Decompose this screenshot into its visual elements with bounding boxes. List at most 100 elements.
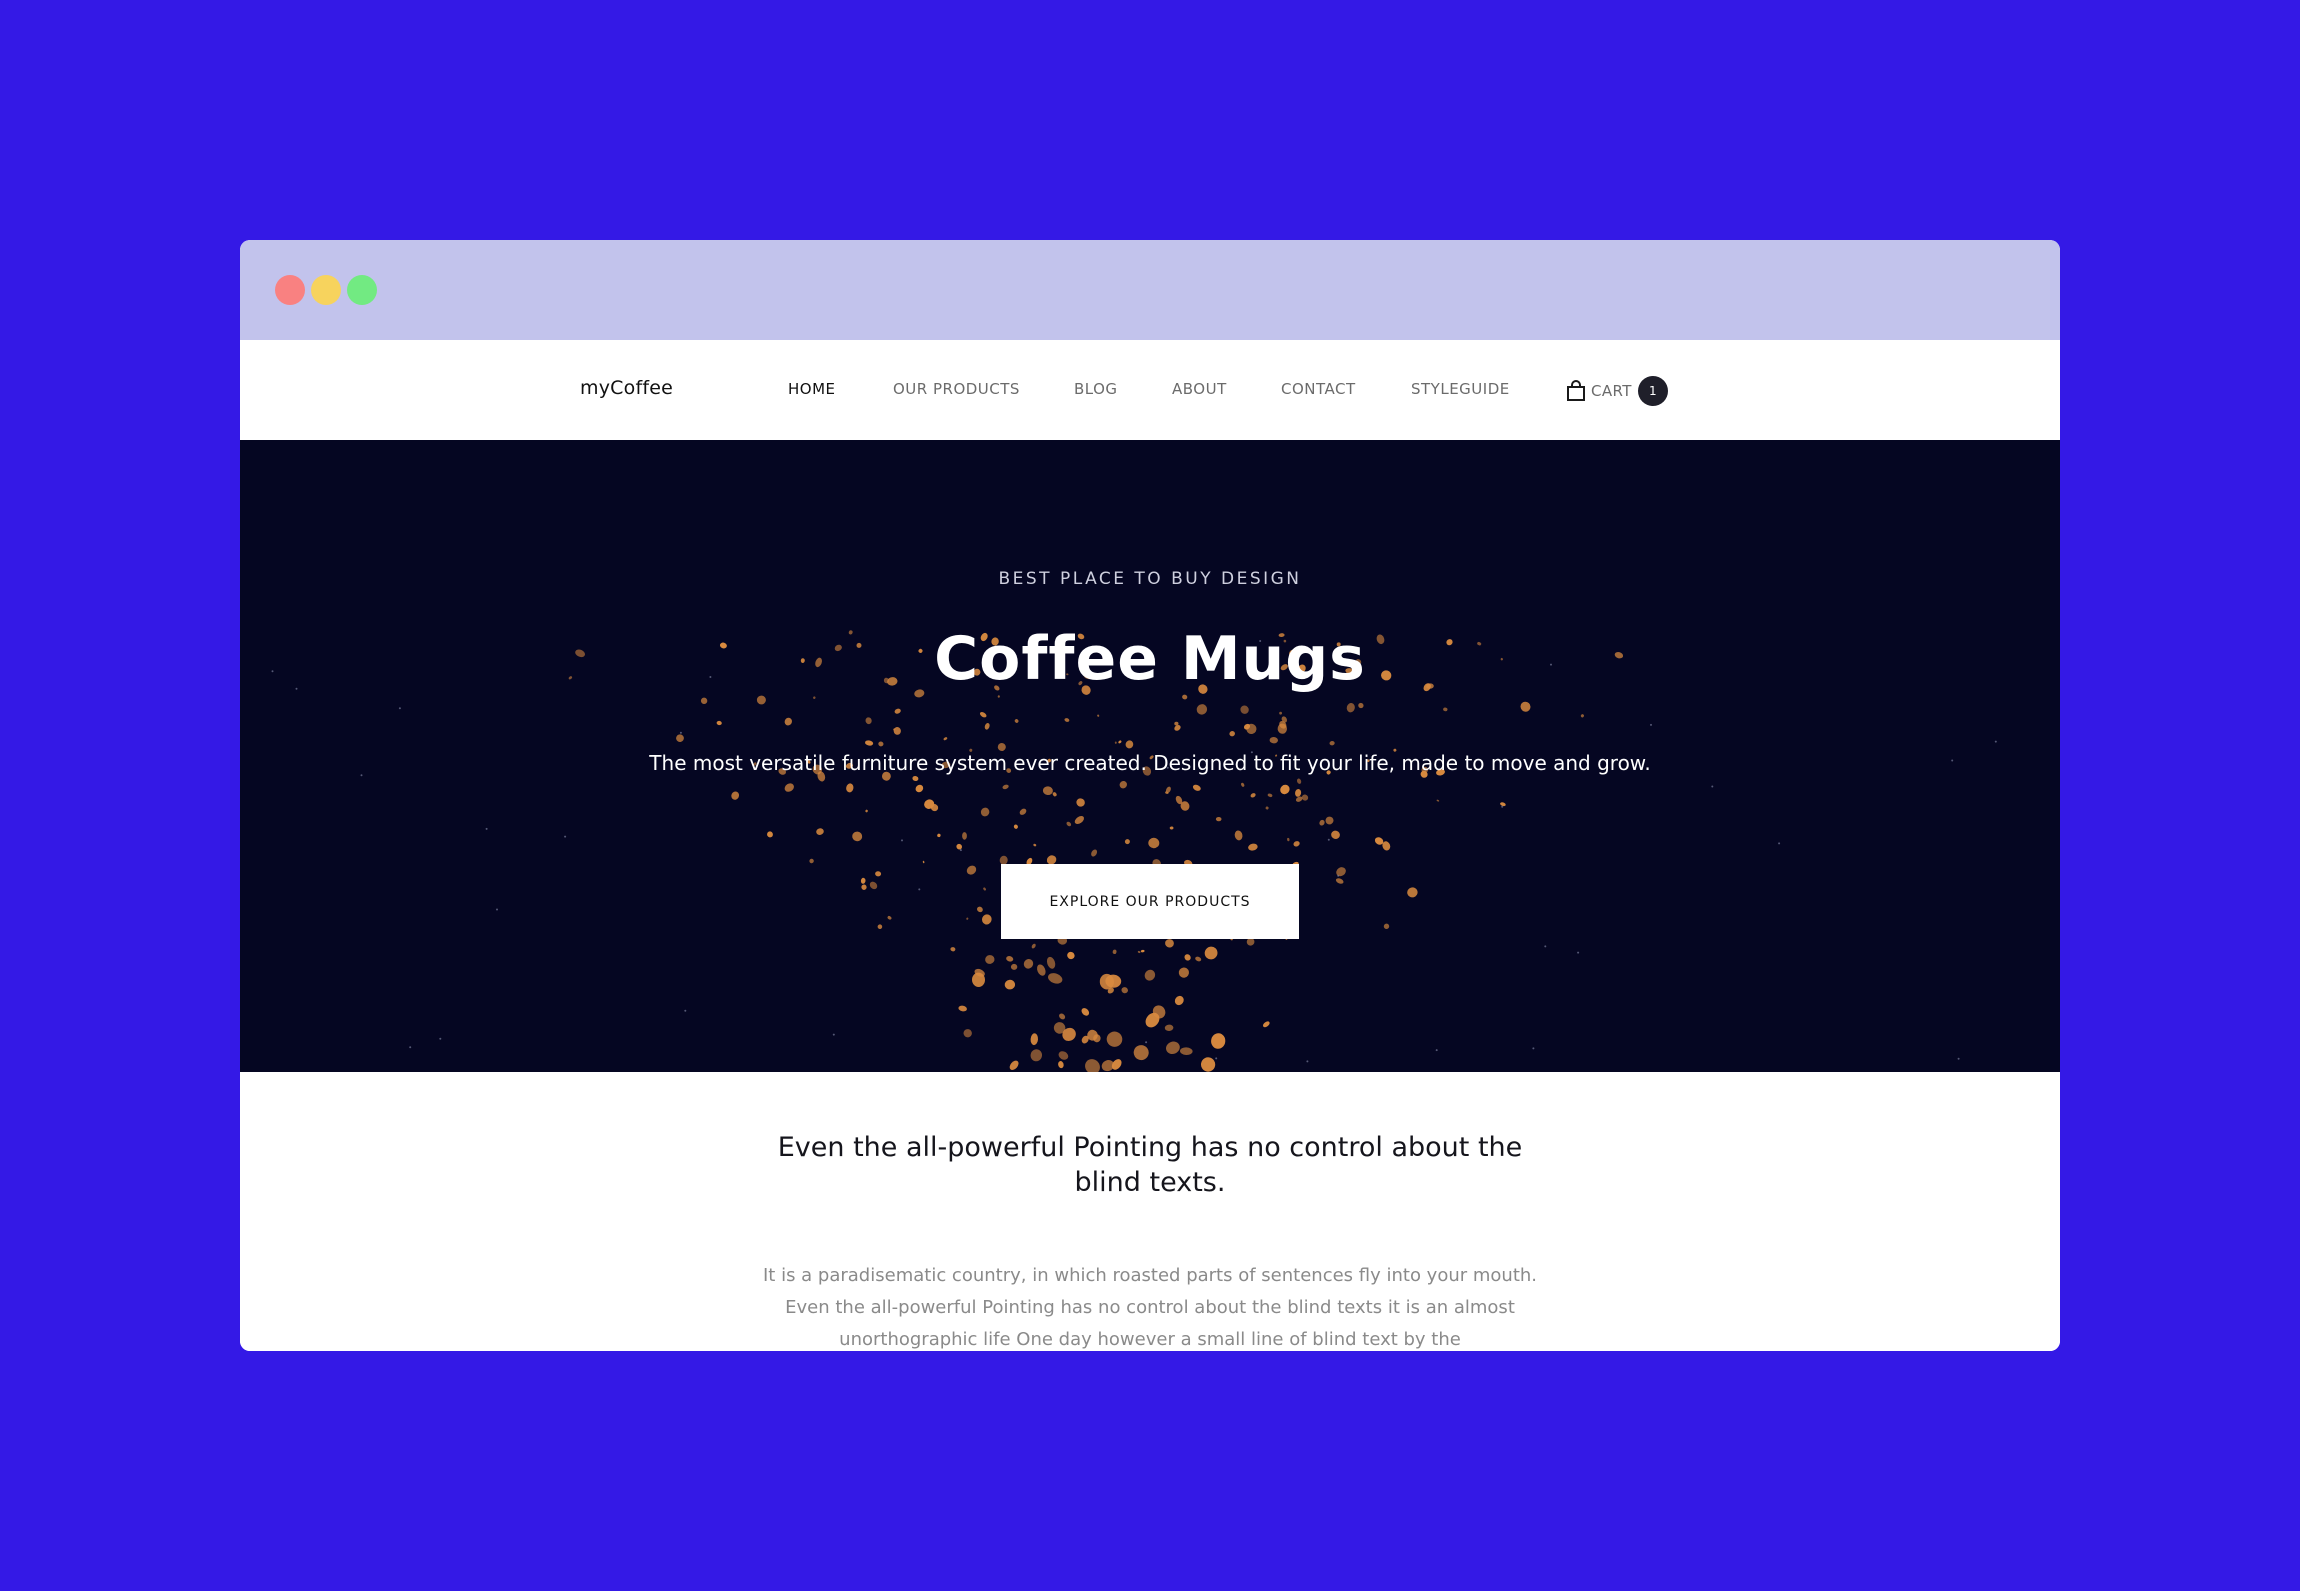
background-speck bbox=[1577, 951, 1580, 954]
coffee-particle bbox=[865, 740, 874, 746]
coffee-particle bbox=[784, 717, 792, 726]
nav-our-products[interactable]: OUR PRODUCTS bbox=[893, 380, 1020, 398]
coffee-particle bbox=[937, 833, 941, 838]
coffee-particle bbox=[1229, 731, 1235, 737]
coffee-particle bbox=[950, 947, 956, 952]
window-titlebar bbox=[240, 240, 2060, 340]
coffee-particle bbox=[869, 881, 878, 890]
coffee-particle bbox=[1166, 1041, 1180, 1055]
coffee-particle bbox=[1279, 711, 1282, 715]
background-speck bbox=[1435, 1049, 1438, 1052]
coffee-particle bbox=[1002, 784, 1009, 790]
coffee-particle bbox=[1204, 946, 1218, 960]
coffee-particle bbox=[1009, 1060, 1019, 1070]
coffee-particle bbox=[1019, 808, 1027, 815]
background-speck bbox=[918, 888, 921, 891]
coffee-particle bbox=[1037, 964, 1046, 976]
background-speck bbox=[901, 839, 903, 842]
coffee-particle bbox=[1144, 969, 1156, 981]
coffee-particle bbox=[1067, 951, 1075, 960]
coffee-particle bbox=[1436, 799, 1440, 802]
coffee-particle bbox=[700, 697, 708, 704]
coffee-particle bbox=[1114, 741, 1117, 744]
coffee-particle bbox=[1234, 830, 1243, 841]
coffee-particle bbox=[1383, 923, 1390, 929]
coffee-particle bbox=[1058, 1061, 1064, 1069]
coffee-particle bbox=[1329, 740, 1335, 746]
coffee-particle bbox=[912, 775, 919, 782]
background-speck bbox=[496, 908, 498, 911]
background-speck bbox=[1501, 805, 1504, 808]
coffee-particle bbox=[997, 695, 1000, 698]
coffee-particle bbox=[1137, 950, 1141, 954]
intro-body: It is a paradisematic country, in which … bbox=[762, 1265, 1538, 1350]
intro-section: Even the all-powerful Pointing has no co… bbox=[240, 1072, 2060, 1351]
coffee-particle bbox=[1269, 736, 1278, 744]
nav-contact[interactable]: CONTACT bbox=[1281, 380, 1356, 398]
nav-about[interactable]: ABOUT bbox=[1172, 380, 1227, 398]
background-speck bbox=[409, 1046, 412, 1049]
coffee-particle bbox=[963, 1029, 972, 1038]
coffee-particle bbox=[1520, 701, 1531, 712]
coffee-particle bbox=[813, 696, 816, 699]
coffee-particle bbox=[1140, 949, 1145, 953]
coffee-particle bbox=[979, 712, 987, 718]
coffee-particle bbox=[1112, 949, 1117, 954]
nav-blog[interactable]: BLOG bbox=[1074, 380, 1118, 398]
coffee-particle bbox=[1196, 704, 1208, 715]
coffee-particle bbox=[1010, 963, 1018, 970]
coffee-particle bbox=[1066, 821, 1072, 827]
coffee-particle bbox=[1295, 789, 1302, 797]
background-speck bbox=[1337, 874, 1340, 877]
background-speck bbox=[1650, 723, 1652, 726]
coffee-particle bbox=[943, 737, 948, 741]
coffee-particle bbox=[1042, 786, 1053, 796]
coffee-particle bbox=[1013, 824, 1018, 829]
coffee-particle bbox=[1443, 707, 1448, 712]
coffee-particle bbox=[1195, 956, 1202, 962]
coffee-particle bbox=[1241, 782, 1245, 787]
background-speck bbox=[1327, 838, 1330, 841]
coffee-particle bbox=[1265, 806, 1269, 810]
background-speck bbox=[832, 1033, 835, 1036]
background-speck bbox=[1544, 945, 1547, 948]
coffee-particle bbox=[1059, 1013, 1066, 1020]
coffee-particle bbox=[1319, 819, 1325, 826]
coffee-particle bbox=[1211, 1033, 1226, 1049]
coffee-particle bbox=[1325, 816, 1334, 825]
coffee-particle bbox=[1262, 1021, 1270, 1028]
coffee-particle bbox=[1046, 956, 1056, 969]
explore-products-button[interactable]: EXPLORE OUR PRODUCTS bbox=[1001, 864, 1299, 939]
coffee-particle bbox=[980, 807, 990, 817]
brand-logo[interactable]: myCoffee bbox=[580, 377, 673, 399]
coffee-particle bbox=[984, 722, 990, 730]
coffee-particle bbox=[1336, 867, 1346, 877]
coffee-particle bbox=[1004, 979, 1016, 990]
coffee-particle bbox=[1184, 954, 1191, 961]
nav-home[interactable]: HOME bbox=[788, 380, 836, 398]
maximize-window-button[interactable] bbox=[347, 275, 377, 305]
nav-styleguide[interactable]: STYLEGUIDE bbox=[1411, 380, 1510, 398]
coffee-particle bbox=[1182, 694, 1188, 700]
hero-title: Coffee Mugs bbox=[934, 624, 1366, 694]
coffee-particle bbox=[1178, 967, 1189, 978]
hero-eyebrow: BEST PLACE TO BUY DESIGN bbox=[998, 569, 1302, 589]
coffee-particle bbox=[809, 858, 814, 864]
coffee-particle bbox=[1240, 705, 1249, 714]
coffee-particle bbox=[1081, 1008, 1090, 1016]
coffee-particle bbox=[1164, 1024, 1174, 1032]
coffee-particle bbox=[861, 884, 867, 890]
hero-subtitle: The most versatile furniture system ever… bbox=[649, 751, 1651, 775]
background-speck bbox=[439, 1037, 442, 1040]
close-window-button[interactable] bbox=[275, 275, 305, 305]
coffee-particle bbox=[1030, 1033, 1039, 1046]
intro-heading: Even the all-powerful Pointing has no co… bbox=[777, 1132, 1523, 1198]
cart-button[interactable]: CART 1 bbox=[1566, 376, 1668, 406]
minimize-window-button[interactable] bbox=[311, 275, 341, 305]
coffee-particle bbox=[767, 831, 773, 838]
coffee-particle bbox=[1091, 849, 1098, 857]
background-speck bbox=[485, 827, 488, 830]
coffee-particle bbox=[716, 720, 722, 726]
coffee-particle bbox=[1121, 987, 1128, 994]
coffee-particle bbox=[1346, 703, 1355, 713]
